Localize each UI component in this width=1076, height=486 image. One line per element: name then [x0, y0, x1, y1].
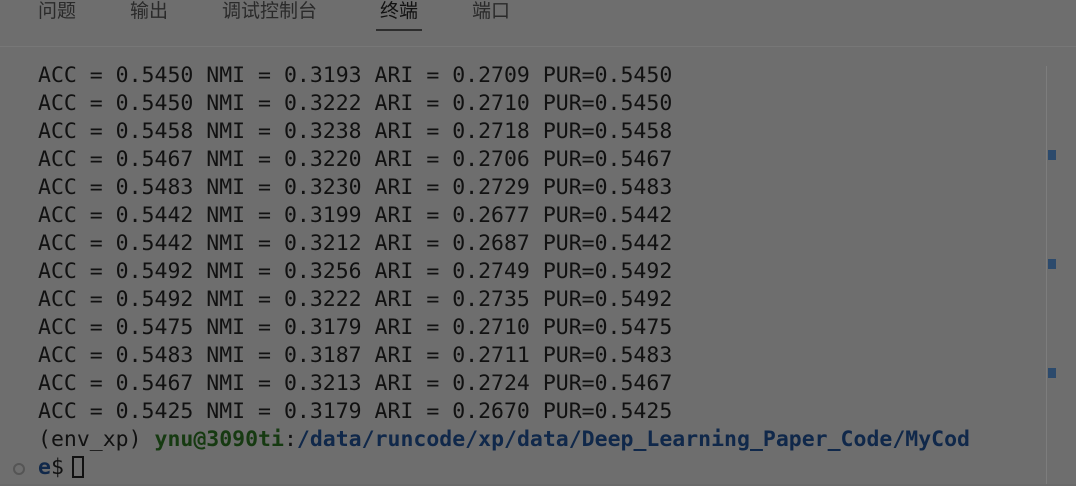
terminal-scrollbar[interactable]	[1046, 66, 1074, 486]
tab-terminal-label: 终端	[380, 0, 419, 22]
scrollbar-marker	[1048, 368, 1056, 378]
terminal-line: ACC = 0.5475 NMI = 0.3179 ARI = 0.2710 P…	[38, 315, 673, 340]
prompt-env: (env_xp)	[38, 427, 155, 452]
scrollbar-marker	[1048, 150, 1056, 160]
panel-tab-bar: 问题 输出 调试控制台 终端 端口	[0, 0, 1076, 34]
terminal-line: ACC = 0.5467 NMI = 0.3220 ARI = 0.2706 P…	[38, 147, 673, 172]
terminal-line: ACC = 0.5467 NMI = 0.3213 ARI = 0.2724 P…	[38, 371, 673, 396]
terminal-line: ACC = 0.5442 NMI = 0.3199 ARI = 0.2677 P…	[38, 203, 673, 228]
terminal-prompt-line-wrap: e$	[38, 454, 84, 482]
tab-terminal[interactable]: 终端	[376, 0, 423, 34]
terminal-output[interactable]: ACC = 0.5450 NMI = 0.3193 ARI = 0.2709 P…	[0, 62, 1046, 486]
terminal-line: ACC = 0.5492 NMI = 0.3256 ARI = 0.2749 P…	[38, 259, 673, 284]
terminal-line: ACC = 0.5450 NMI = 0.3222 ARI = 0.2710 P…	[38, 91, 673, 116]
tab-problems[interactable]: 问题	[38, 0, 76, 34]
prompt-user-host: ynu@3090ti	[154, 427, 284, 452]
active-tab-indicator	[376, 29, 423, 31]
tab-bar-divider	[0, 46, 1076, 47]
terminal-line: ACC = 0.5458 NMI = 0.3238 ARI = 0.2718 P…	[38, 119, 673, 144]
terminal-line: ACC = 0.5442 NMI = 0.3212 ARI = 0.2687 P…	[38, 231, 673, 256]
scrollbar-marker	[1048, 259, 1056, 269]
terminal-line: ACC = 0.5483 NMI = 0.3230 ARI = 0.2729 P…	[38, 175, 673, 200]
terminal-line: ACC = 0.5492 NMI = 0.3222 ARI = 0.2735 P…	[38, 287, 673, 312]
prompt-path-wrap: e	[38, 455, 51, 480]
circle-outline-icon	[13, 463, 25, 475]
terminal-line: ACC = 0.5450 NMI = 0.3193 ARI = 0.2709 P…	[38, 63, 673, 88]
prompt-colon: :	[283, 427, 297, 452]
tab-output[interactable]: 输出	[130, 0, 168, 34]
tab-debug-console[interactable]: 调试控制台	[222, 0, 317, 34]
prompt-path: /data/runcode/xp/data/Deep_Learning_Pape…	[296, 427, 970, 452]
tab-ports[interactable]: 端口	[472, 0, 510, 34]
terminal-prompt-line: (env_xp) ynu@3090ti:/data/runcode/xp/dat…	[38, 426, 970, 454]
prompt-dollar: $	[50, 455, 64, 480]
terminal-line: ACC = 0.5483 NMI = 0.3187 ARI = 0.2711 P…	[38, 343, 673, 368]
terminal-line: ACC = 0.5425 NMI = 0.3179 ARI = 0.2670 P…	[38, 399, 673, 424]
terminal-cursor[interactable]	[71, 456, 84, 478]
